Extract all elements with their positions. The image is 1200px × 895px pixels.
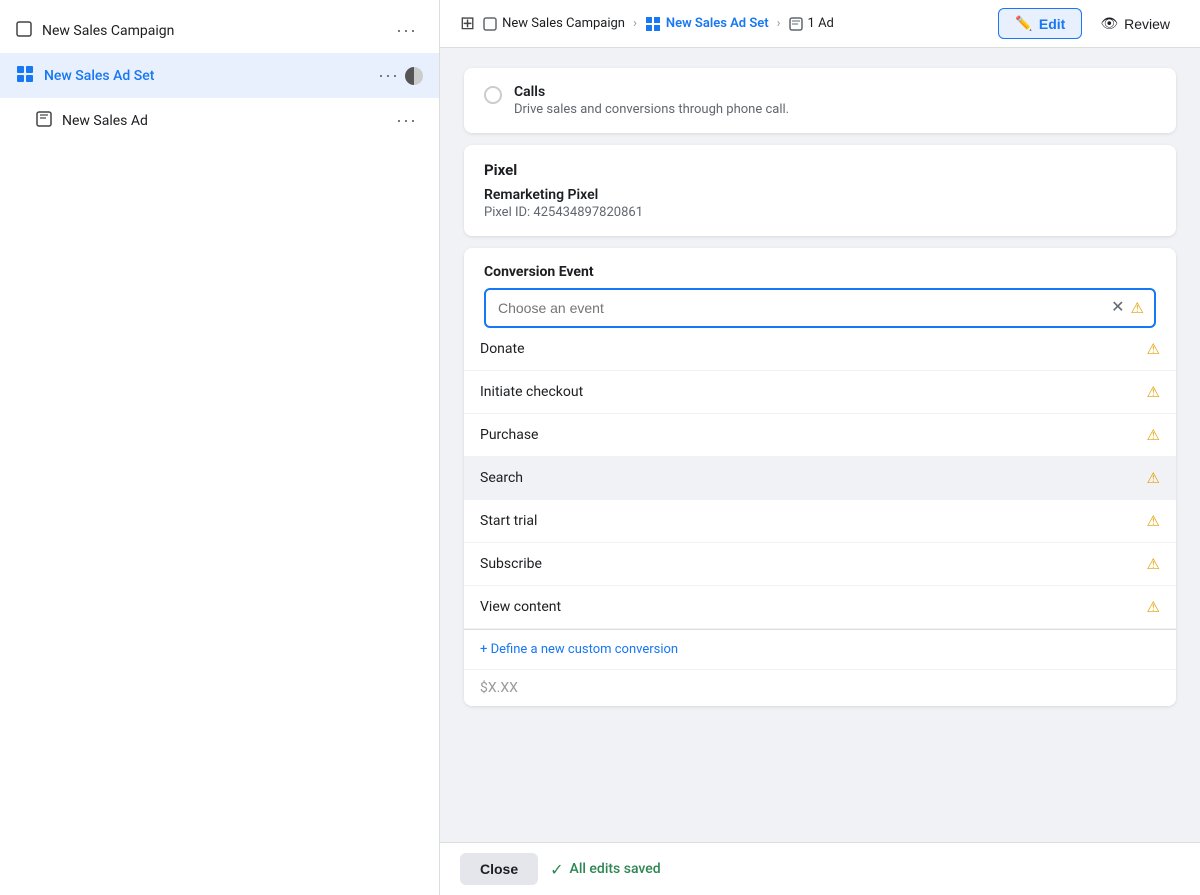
adset-more-button[interactable]: ··· [372, 63, 405, 88]
adset-bc-icon [645, 16, 661, 32]
clear-button[interactable]: ✕ [1111, 300, 1124, 316]
sidebar-item-adset[interactable]: New Sales Ad Set ··· [0, 53, 439, 98]
breadcrumb-sep-1: › [633, 16, 637, 31]
right-panel: ⊞ New Sales Campaign › New Sales Ad Set [440, 0, 1200, 895]
panel-footer: Close ✓ All edits saved [440, 842, 1200, 895]
event-input[interactable] [486, 290, 1111, 326]
calls-section: Calls Drive sales and conversions throug… [464, 68, 1176, 133]
conversion-label: Conversion Event [484, 264, 1156, 280]
event-initiate-checkout[interactable]: Initiate checkout ⚠ [464, 371, 1176, 414]
placeholder-value-text: $X.XX [480, 680, 518, 696]
event-start-trial[interactable]: Start trial ⚠ [464, 500, 1176, 543]
subscribe-warning-icon: ⚠ [1147, 555, 1160, 573]
conversion-section: Conversion Event [464, 248, 1176, 706]
breadcrumb-bar: ⊞ New Sales Campaign › New Sales Ad Set [440, 0, 1200, 48]
breadcrumb-campaign[interactable]: New Sales Campaign [483, 16, 625, 31]
sidebar-item-ad[interactable]: New Sales Ad ··· [20, 98, 439, 143]
ad-icon [36, 111, 52, 131]
event-search[interactable]: Search ⚠ [464, 457, 1176, 500]
placeholder-value: $X.XX [464, 669, 1176, 706]
review-label: Review [1124, 16, 1170, 32]
input-warning-icon: ⚠ [1131, 299, 1144, 317]
red-arrow [464, 268, 469, 332]
event-start-trial-label: Start trial [480, 513, 537, 529]
close-button[interactable]: Close [460, 853, 538, 885]
calls-title: Calls [514, 84, 789, 100]
saved-status: ✓ All edits saved [550, 860, 661, 879]
edit-label: Edit [1039, 16, 1065, 32]
breadcrumb-campaign-label: New Sales Campaign [502, 16, 625, 31]
review-button[interactable]: 👁 Review [1090, 9, 1180, 38]
breadcrumb-ad[interactable]: 1 Ad [789, 16, 834, 31]
adset-icon [16, 65, 34, 87]
ad-more-button[interactable]: ··· [390, 108, 423, 133]
start-trial-warning-icon: ⚠ [1147, 512, 1160, 530]
event-subscribe[interactable]: Subscribe ⚠ [464, 543, 1176, 586]
event-initiate-checkout-label: Initiate checkout [480, 384, 583, 400]
dropdown-list: Donate ⚠ Initiate checkout ⚠ Purchase ⚠ … [464, 328, 1176, 669]
breadcrumb-adset-label: New Sales Ad Set [666, 16, 769, 31]
sidebar: New Sales Campaign ··· New Sales Ad Set … [0, 0, 440, 895]
saved-check-icon: ✓ [550, 860, 563, 879]
event-input-actions: ✕ ⚠ [1111, 299, 1154, 317]
pixel-section: Pixel Remarketing Pixel Pixel ID: 425434… [464, 145, 1176, 236]
campaign-bc-icon [483, 17, 497, 31]
saved-label: All edits saved [570, 861, 661, 877]
search-warning-icon: ⚠ [1147, 469, 1160, 487]
breadcrumb-adset[interactable]: New Sales Ad Set [645, 16, 769, 32]
define-custom-button[interactable]: + Define a new custom conversion [464, 629, 1176, 669]
event-subscribe-label: Subscribe [480, 556, 542, 572]
edit-icon: ✏️ [1015, 15, 1032, 32]
event-search-label: Search [480, 470, 523, 486]
breadcrumb: ⊞ New Sales Campaign › New Sales Ad Set [460, 13, 834, 34]
pixel-title: Pixel [484, 161, 1156, 179]
campaign-icon [16, 21, 32, 41]
event-donate[interactable]: Donate ⚠ [464, 328, 1176, 371]
ad-bc-icon [789, 17, 803, 31]
purchase-warning-icon: ⚠ [1147, 426, 1160, 444]
event-view-content[interactable]: View content ⚠ [464, 586, 1176, 629]
breadcrumb-ad-label: 1 Ad [808, 16, 834, 31]
breadcrumb-sep-2: › [777, 16, 781, 31]
calls-radio[interactable] [484, 86, 502, 104]
panel-body: Calls Drive sales and conversions throug… [440, 48, 1200, 842]
event-input-wrapper: ✕ ⚠ [484, 288, 1156, 328]
define-custom-label: + Define a new custom conversion [480, 642, 678, 657]
calls-description: Drive sales and conversions through phon… [514, 102, 789, 117]
view-content-warning-icon: ⚠ [1147, 598, 1160, 616]
event-purchase-label: Purchase [480, 427, 538, 443]
event-donate-label: Donate [480, 341, 525, 357]
calls-content: Calls Drive sales and conversions throug… [514, 84, 789, 117]
action-buttons: ✏️ Edit 👁 Review [998, 8, 1180, 39]
donate-warning-icon: ⚠ [1147, 340, 1160, 358]
campaign-label: New Sales Campaign [42, 23, 390, 39]
initiate-checkout-warning-icon: ⚠ [1147, 383, 1160, 401]
pixel-id: Pixel ID: 425434897820861 [484, 205, 1156, 220]
ad-label: New Sales Ad [62, 113, 390, 129]
adset-toggle[interactable] [405, 67, 423, 85]
sidebar-toggle-icon[interactable]: ⊞ [460, 13, 475, 34]
event-purchase[interactable]: Purchase ⚠ [464, 414, 1176, 457]
campaign-more-button[interactable]: ··· [390, 18, 423, 43]
sidebar-item-campaign[interactable]: New Sales Campaign ··· [0, 8, 439, 53]
pixel-name: Remarketing Pixel [484, 187, 1156, 203]
event-view-content-label: View content [480, 599, 561, 615]
edit-button[interactable]: ✏️ Edit [998, 8, 1082, 39]
adset-label: New Sales Ad Set [44, 68, 372, 84]
review-icon: 👁 [1100, 15, 1118, 32]
